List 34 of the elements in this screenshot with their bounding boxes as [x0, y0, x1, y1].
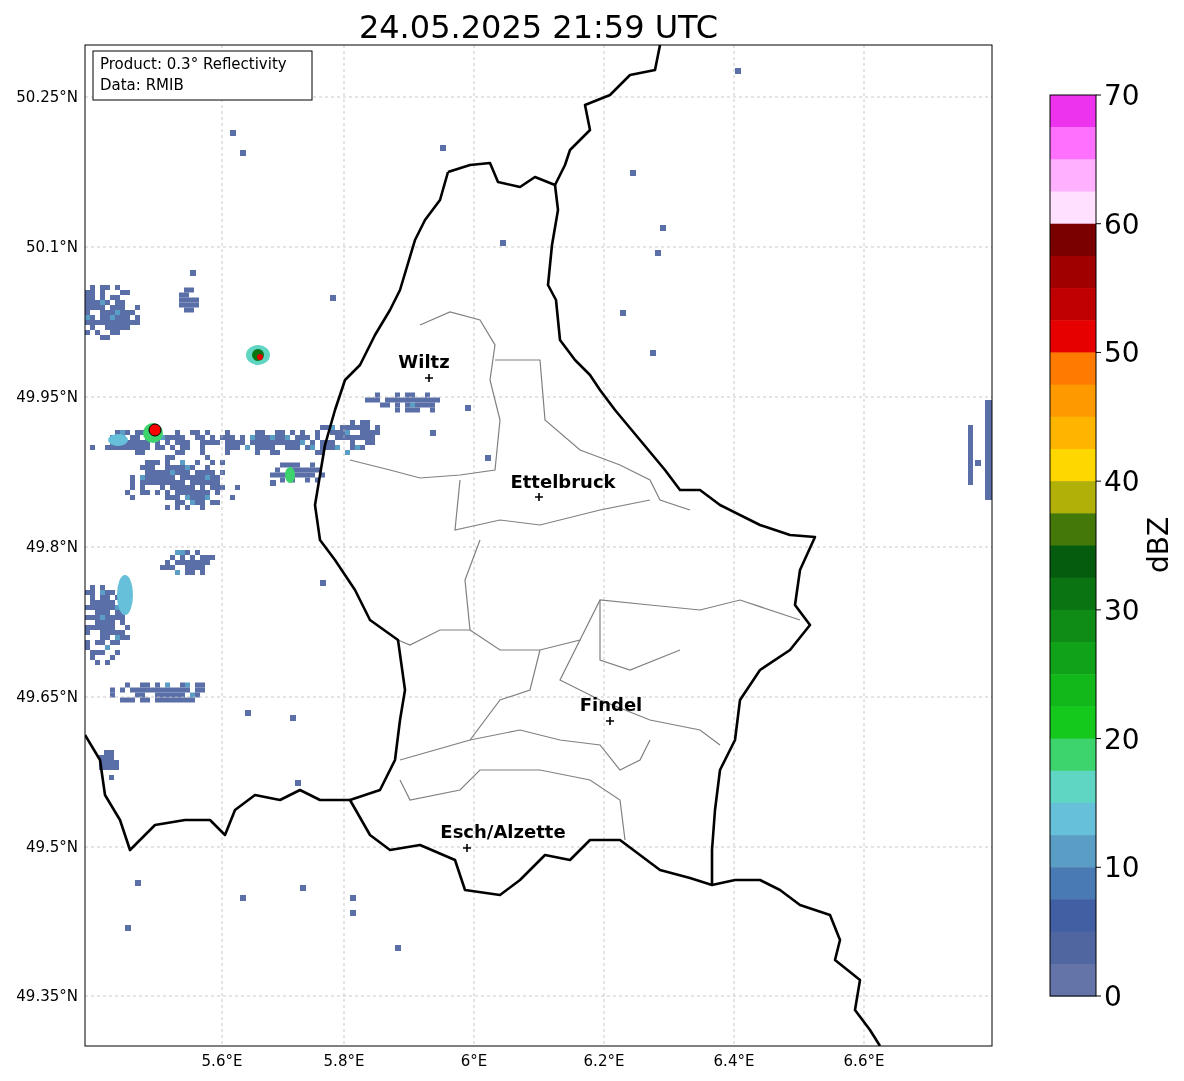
longitude-label: 6°E — [460, 1052, 488, 1070]
colorbar-tick-label: 60 — [1104, 207, 1140, 241]
latitude-label: 49.65°N — [16, 688, 78, 706]
latitude-label: 50.1°N — [25, 238, 78, 256]
colorbar-tick-label: 50 — [1104, 336, 1140, 370]
longitude-label: 6.4°E — [713, 1052, 755, 1070]
city-label: Findel — [579, 694, 643, 715]
latitude-label: 49.5°N — [25, 838, 78, 856]
longitude-label: 6.2°E — [583, 1052, 625, 1070]
colorbar-tick-label: 10 — [1104, 851, 1140, 885]
city-label: Ettelbruck — [510, 471, 616, 492]
map-title: 24.05.2025 21:59 UTC — [358, 8, 719, 46]
colorbar-tick-label: 20 — [1104, 722, 1140, 756]
info-text: Product: 0.3° Reflectivity — [100, 55, 287, 73]
colorbar-tick-label: 70 — [1104, 79, 1140, 112]
latitude-label: 49.95°N — [16, 388, 78, 406]
latitude-label: 50.25°N — [16, 88, 78, 106]
city-marker-icon — [534, 492, 544, 502]
city-marker-icon — [424, 373, 434, 383]
longitude-label: 5.6°E — [201, 1052, 243, 1070]
latitude-label: 49.8°N — [25, 538, 78, 556]
longitude-label: 5.8°E — [323, 1052, 365, 1070]
colorbar-label: dBZ — [1142, 516, 1175, 574]
city-marker-icon — [605, 716, 615, 726]
latitude-label: 49.35°N — [16, 987, 78, 1005]
colorbar-tick-label: 40 — [1104, 465, 1140, 499]
info-text: Data: RMIB — [100, 76, 184, 94]
colorbar-tick-label: 30 — [1104, 593, 1140, 627]
city-marker-icon — [462, 843, 472, 853]
radar-site-marker — [148, 423, 162, 437]
colorbar-tick-label: 0 — [1104, 980, 1122, 1013]
city-label: Wiltz — [398, 351, 450, 372]
longitude-label: 6.6°E — [843, 1052, 885, 1070]
city-label: Esch/Alzette — [440, 821, 566, 842]
